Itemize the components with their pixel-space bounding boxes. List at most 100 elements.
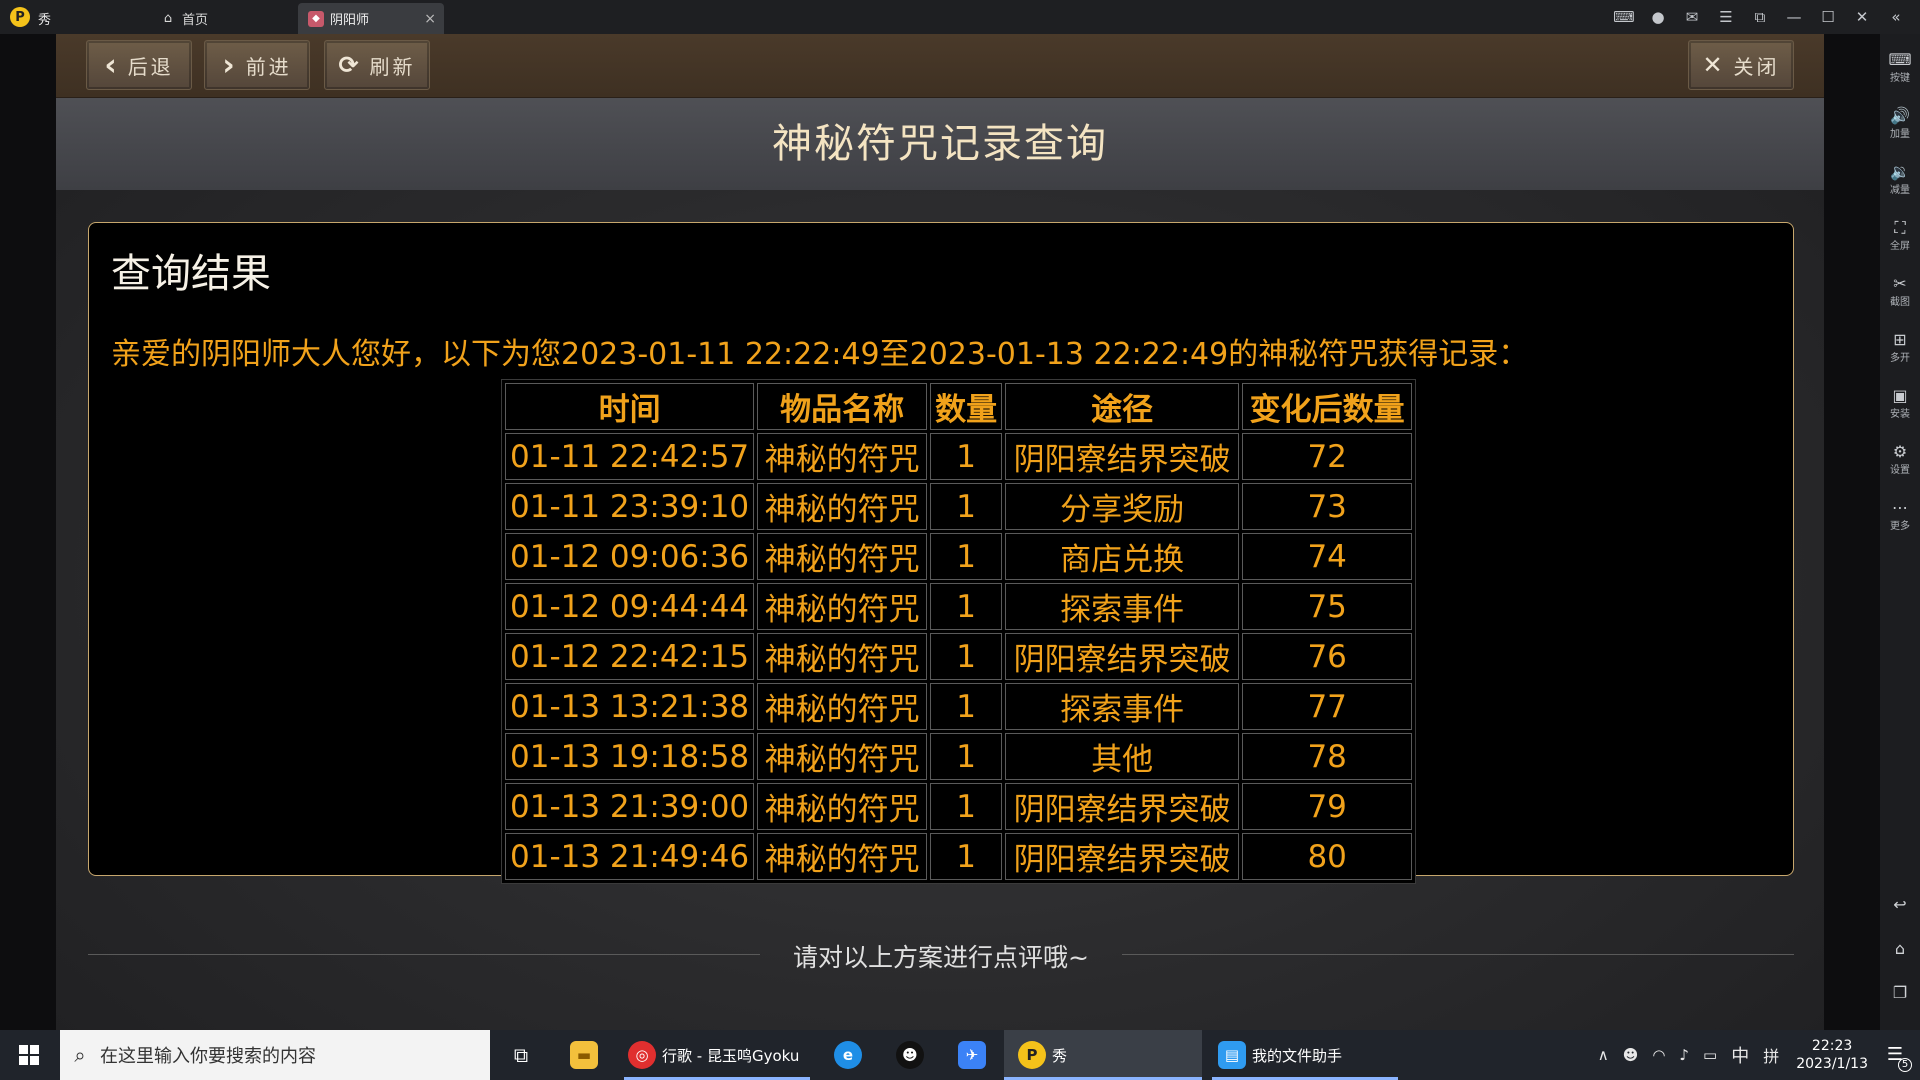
- cell-after-count: 74: [1242, 533, 1413, 580]
- home-icon: ⌂: [163, 11, 173, 26]
- cell-quantity: 1: [930, 733, 1003, 780]
- cell-item-name: 神秘的符咒: [757, 783, 928, 830]
- forward-button[interactable]: › 前进: [204, 40, 310, 90]
- maximize-icon[interactable]: ☐: [1818, 6, 1838, 28]
- cell-time: 01-12 09:44:44: [505, 583, 755, 630]
- windows-logo-icon: [19, 1045, 39, 1065]
- file-explorer-button[interactable]: ▬: [566, 1030, 602, 1080]
- gamepad-icon[interactable]: ⌨: [1613, 6, 1635, 28]
- notification-center-icon[interactable]: ☰ 5: [1878, 1040, 1912, 1072]
- multi-instance-icon: ⊞: [1893, 330, 1907, 349]
- cell-source: 探索事件: [1005, 583, 1240, 630]
- page-title: 神秘符咒记录查询: [772, 121, 1108, 167]
- taskbar-search[interactable]: ⌕ 在这里输入你要搜索的内容: [60, 1030, 490, 1080]
- toolbar-fullscreen[interactable]: ⛶ 全屏: [1880, 216, 1920, 266]
- feishu-icon: ✈: [958, 1041, 986, 1069]
- table-row: 01-11 22:42:57 神秘的符咒 1 阴阳寮结界突破 72: [505, 433, 1413, 480]
- col-item-name: 物品名称: [757, 383, 928, 430]
- tab-onmyoji-label: 阴阳师: [330, 13, 370, 28]
- app-name: 秀: [38, 13, 52, 28]
- cell-time: 01-11 23:39:10: [505, 483, 755, 530]
- recent-apps-icon[interactable]: ❐: [1880, 978, 1920, 1008]
- clock-date: 2023/1/13: [1796, 1056, 1868, 1072]
- emulator-logo-icon: P: [10, 7, 30, 27]
- volume-icon[interactable]: ♪: [1679, 1046, 1689, 1064]
- emulator-label: 秀: [1052, 1046, 1068, 1065]
- right-gutter: [1824, 34, 1880, 1030]
- left-gutter: [0, 34, 56, 1030]
- clock[interactable]: 22:23 2023/1/13: [1796, 1037, 1868, 1073]
- qq-button[interactable]: ☻: [892, 1030, 928, 1080]
- cell-quantity: 1: [930, 683, 1003, 730]
- edge-button[interactable]: e: [830, 1030, 866, 1080]
- cell-quantity: 1: [930, 583, 1003, 630]
- taskbar-app-file-assistant[interactable]: ▤ 我的文件助手: [1212, 1030, 1398, 1080]
- close-x-icon: ✕: [1702, 51, 1726, 79]
- toolbar-keymap[interactable]: ⌨ 按键: [1880, 48, 1920, 98]
- cell-time: 01-13 13:21:38: [505, 683, 755, 730]
- toolbar-volume-up[interactable]: 🔊 加量: [1880, 104, 1920, 154]
- apk-install-icon: ▣: [1892, 386, 1908, 405]
- table-row: 01-13 19:18:58 神秘的符咒 1 其他 78: [505, 733, 1413, 780]
- toolbar-volume-down[interactable]: 🔉 减量: [1880, 160, 1920, 210]
- menu-icon[interactable]: ☰: [1716, 6, 1736, 28]
- feishu-button[interactable]: ✈: [954, 1030, 990, 1080]
- forward-label: 前进: [245, 54, 292, 79]
- back-icon[interactable]: ↩: [1880, 890, 1920, 920]
- cell-time: 01-12 22:42:15: [505, 633, 755, 680]
- file-explorer-icon: ▬: [570, 1041, 598, 1069]
- refresh-button[interactable]: ⟳ 刷新: [324, 40, 430, 90]
- col-time: 时间: [505, 383, 755, 430]
- user-icon[interactable]: ●: [1648, 6, 1668, 28]
- keyboard-layout-icon[interactable]: 拼: [1763, 1043, 1779, 1067]
- chevron-left-icon: ‹: [104, 47, 120, 83]
- windows-taskbar: ⌕ 在这里输入你要搜索的内容 ⧉ ▬ ◎ 行歌 - 昆玉鸣Gyoku e ☻ ✈…: [0, 1030, 1920, 1080]
- ime-indicator[interactable]: 中: [1731, 1042, 1749, 1068]
- toolbar-more[interactable]: ⋯ 更多: [1880, 496, 1920, 546]
- network-icon[interactable]: ◠: [1652, 1046, 1665, 1064]
- mail-icon[interactable]: ✉: [1682, 6, 1702, 28]
- collapse-icon[interactable]: «: [1886, 6, 1906, 28]
- toolbar-multi-instance[interactable]: ⊞ 多开: [1880, 328, 1920, 378]
- refresh-icon: ⟳: [338, 51, 362, 79]
- tab-home[interactable]: ⌂ 首页: [150, 3, 290, 34]
- tab-onmyoji[interactable]: ◆ 阴阳师 ×: [298, 3, 444, 34]
- start-button[interactable]: [0, 1030, 58, 1080]
- settings-icon: ⚙: [1892, 442, 1908, 461]
- cell-source: 商店兑换: [1005, 533, 1240, 580]
- qq-icon: ☻: [896, 1041, 924, 1069]
- close-icon[interactable]: ✕: [1852, 6, 1872, 28]
- records-body: 01-11 22:42:57 神秘的符咒 1 阴阳寮结界突破 72 01-11 23:39…: [505, 433, 1413, 880]
- col-source: 途径: [1005, 383, 1240, 430]
- battery-icon[interactable]: ▭: [1703, 1046, 1717, 1064]
- toolbar-settings[interactable]: ⚙ 设置: [1880, 440, 1920, 490]
- toolbar-screenshot[interactable]: ✂ 截图: [1880, 272, 1920, 322]
- file-assistant-label: 我的文件助手: [1252, 1046, 1343, 1065]
- task-view-button[interactable]: ⧉: [504, 1030, 538, 1080]
- toolbar-install[interactable]: ▣ 安装: [1880, 384, 1920, 434]
- task-view-icon: ⧉: [513, 1043, 529, 1067]
- cell-source: 阴阳寮结界突破: [1005, 633, 1240, 680]
- window-controls: ⌨ ● ✉ ☰ ⧉ — ☐ ✕ «: [1613, 6, 1906, 28]
- taskbar-app-emulator[interactable]: P 秀: [1004, 1030, 1202, 1080]
- restore-tab-icon[interactable]: ⧉: [1750, 6, 1770, 28]
- result-intro: 亲爱的阴阳师大人您好，以下为您2023-01-11 22:22:49至2023-…: [111, 337, 1529, 372]
- cell-quantity: 1: [930, 783, 1003, 830]
- table-row: 01-13 21:49:46 神秘的符咒 1 阴阳寮结界突破 80: [505, 833, 1413, 880]
- taskbar-app-netease-music[interactable]: ◎ 行歌 - 昆玉鸣Gyoku: [624, 1030, 810, 1080]
- records-table: 时间 物品名称 数量 途径 变化后数量 01-11 22:42:57 神秘的符咒 1…: [501, 379, 1417, 884]
- android-home-icon[interactable]: ⌂: [1880, 934, 1920, 964]
- query-result-panel: 查询结果 亲爱的阴阳师大人您好，以下为您2023-01-11 22:22:49至…: [88, 222, 1794, 884]
- cell-source: 其他: [1005, 733, 1240, 780]
- show-hidden-icons[interactable]: ∧: [1598, 1046, 1609, 1064]
- cell-item-name: 神秘的符咒: [757, 733, 928, 780]
- cell-time: 01-13 21:49:46: [505, 833, 755, 880]
- back-button[interactable]: ‹ 后退: [86, 40, 192, 90]
- cell-source: 阴阳寮结界突破: [1005, 783, 1240, 830]
- tab-close-icon[interactable]: ×: [424, 11, 436, 27]
- close-button[interactable]: ✕ 关闭: [1688, 40, 1794, 90]
- minimize-icon[interactable]: —: [1784, 6, 1804, 28]
- table-row: 01-13 13:21:38 神秘的符咒 1 探索事件 77: [505, 683, 1413, 730]
- qq-tray-icon[interactable]: ☻: [1623, 1046, 1639, 1064]
- cell-item-name: 神秘的符咒: [757, 683, 928, 730]
